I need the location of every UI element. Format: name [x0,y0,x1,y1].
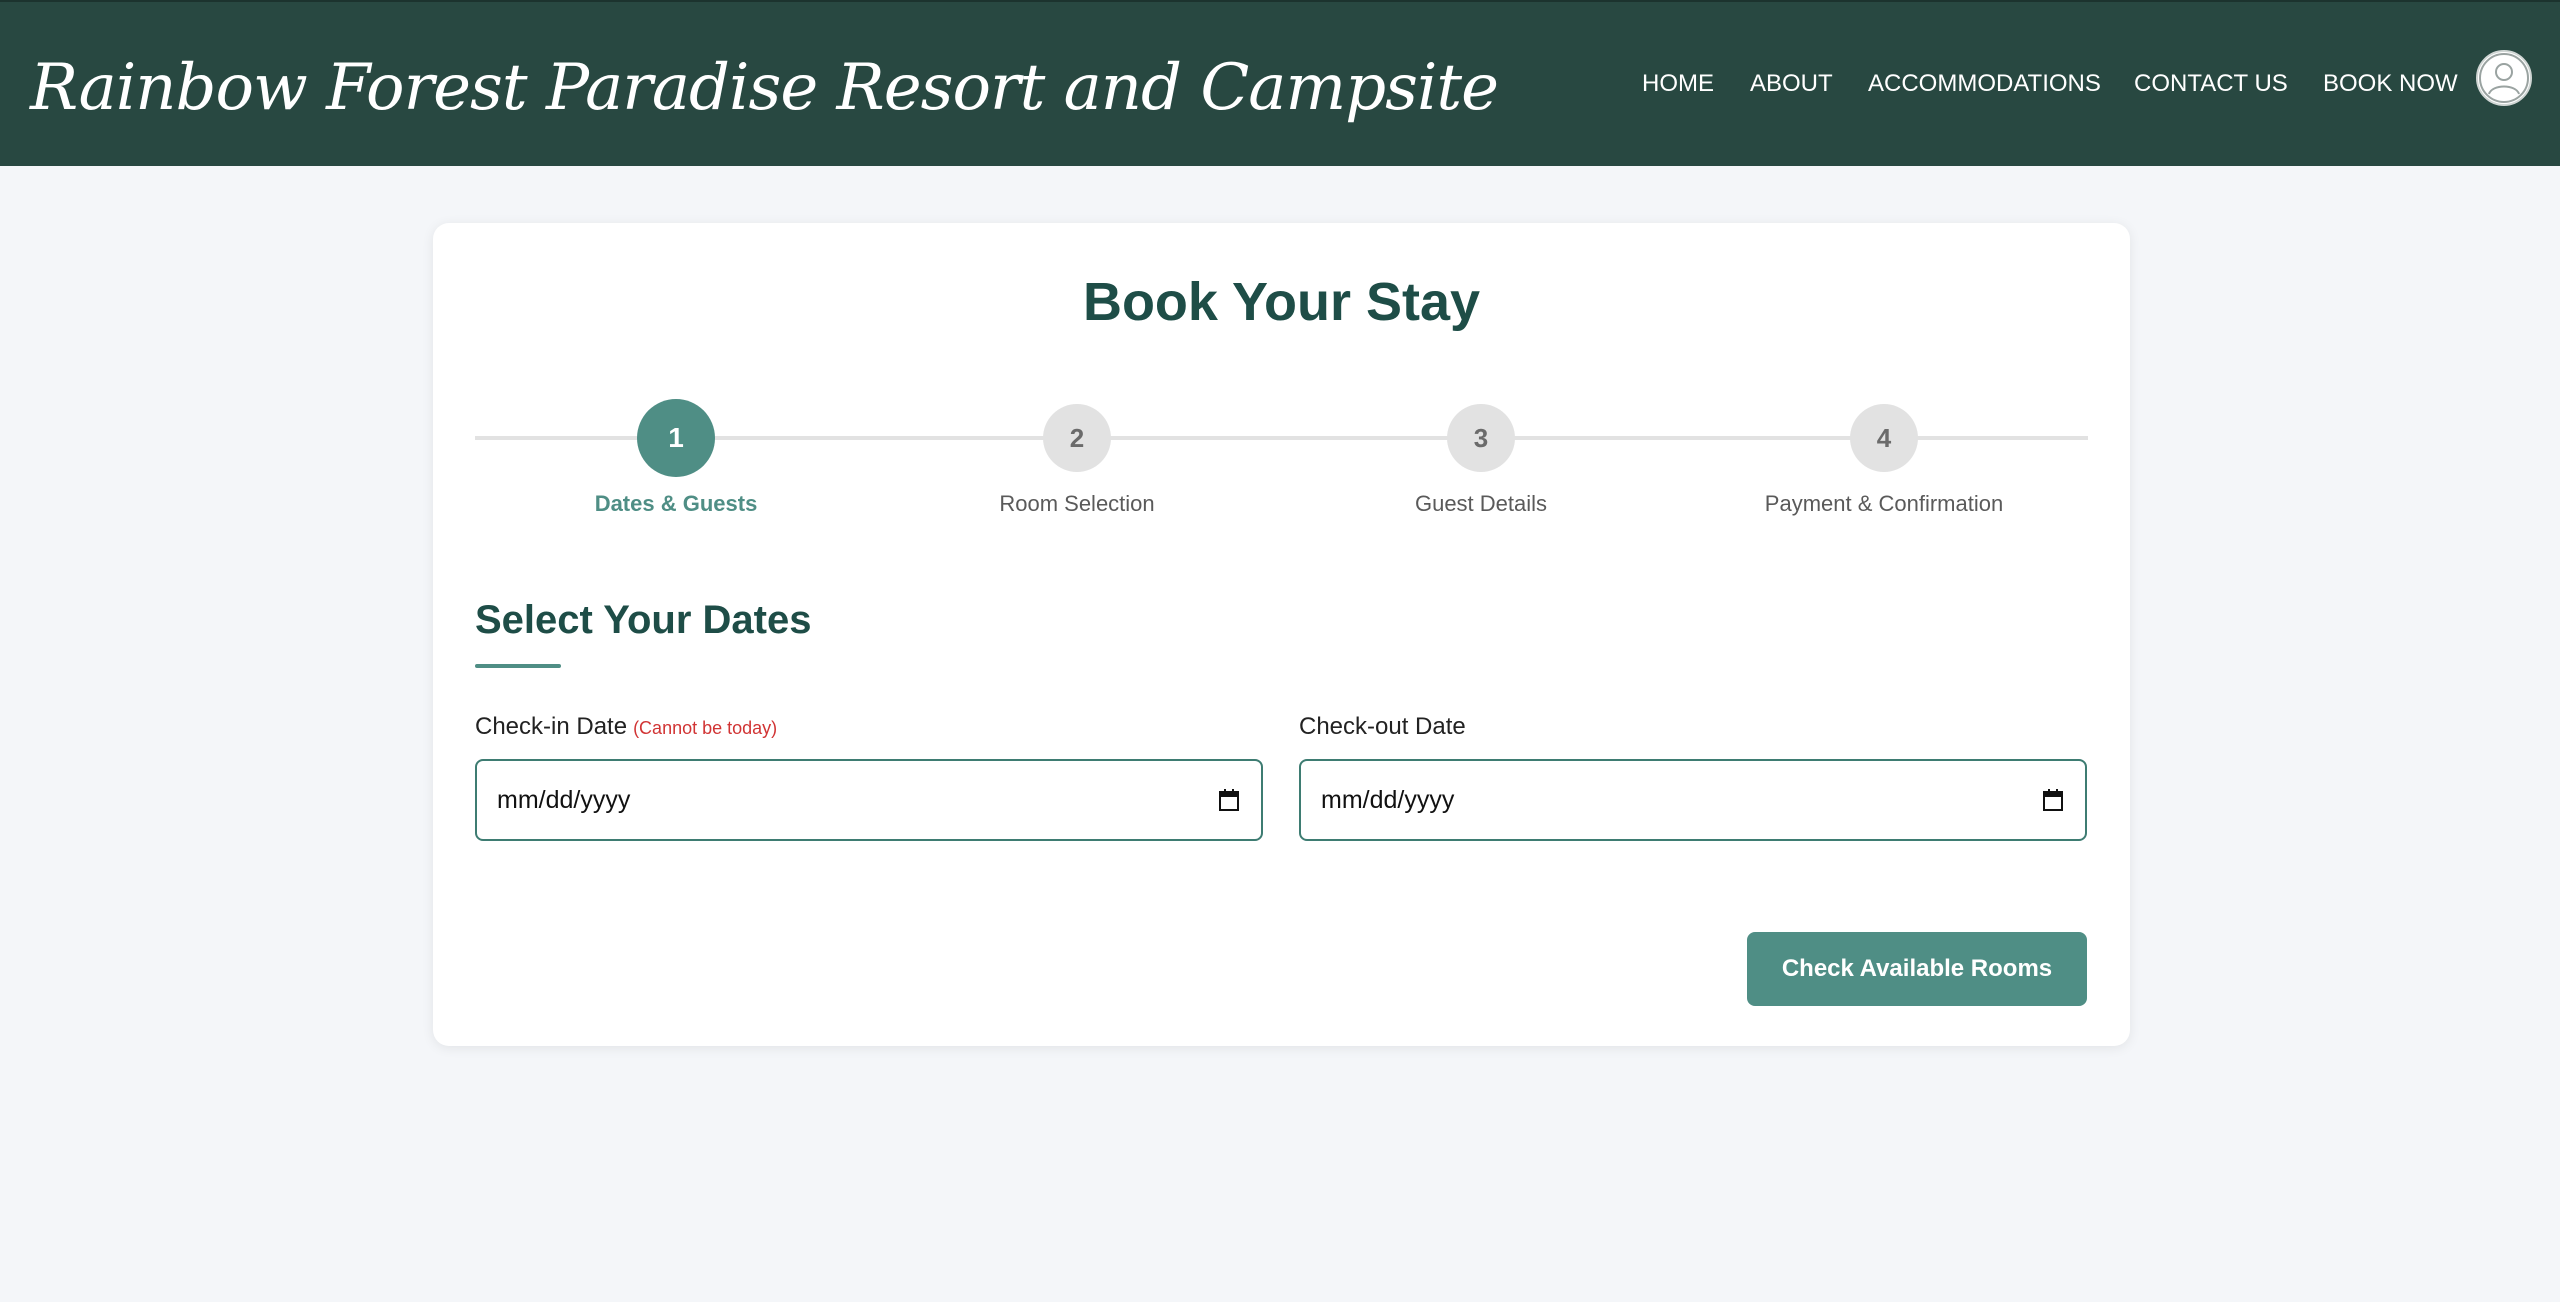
calendar-icon[interactable] [2043,789,2063,811]
nav-home[interactable]: HOME [1642,62,1714,106]
step-3-indicator[interactable]: 3 [1447,404,1515,472]
checkout-label: Check-out Date [1299,713,1466,740]
nav-accommodations[interactable]: ACCOMMODATIONS [1868,62,2101,106]
nav-about[interactable]: ABOUT [1750,62,1833,106]
calendar-icon[interactable] [1219,789,1239,811]
progress-track [475,436,2088,440]
step-2-indicator[interactable]: 2 [1043,404,1111,472]
step-2-label: Room Selection [999,491,1155,516]
checkin-date-input[interactable]: mm/dd/yyyy [475,759,1263,841]
checkin-label-text: Check-in Date [475,713,628,740]
user-avatar-button[interactable] [2476,50,2532,106]
booking-card: Book Your Stay 1 Dates & Guests 2 Room S… [433,223,2130,1046]
checkin-date-placeholder: mm/dd/yyyy [497,786,631,814]
checkout-date-input[interactable]: mm/dd/yyyy [1299,759,2087,841]
nav-book-now[interactable]: BOOK NOW [2323,62,2458,106]
section-title: Select Your Dates [475,598,812,642]
nav-contact-us[interactable]: CONTACT US [2134,62,2288,106]
section-title-underline [475,664,561,668]
site-header: Rainbow Forest Paradise Resort and Camps… [0,0,2560,166]
page-title: Book Your Stay [1082,272,1481,332]
user-circle-icon [2479,53,2529,103]
site-brand[interactable]: Rainbow Forest Paradise Resort and Camps… [30,38,1499,138]
checkin-note: (Cannot be today) [633,718,778,738]
step-4-label: Payment & Confirmation [1764,491,2004,516]
checkout-date-placeholder: mm/dd/yyyy [1321,786,1455,814]
step-1-label: Dates & Guests [594,491,758,516]
checkin-label: Check-in Date (Cannot be today) [475,713,777,741]
step-3-label: Guest Details [1414,491,1548,516]
step-1-indicator[interactable]: 1 [637,399,715,477]
step-4-indicator[interactable]: 4 [1850,404,1918,472]
check-available-rooms-button[interactable]: Check Available Rooms [1747,932,2087,1006]
